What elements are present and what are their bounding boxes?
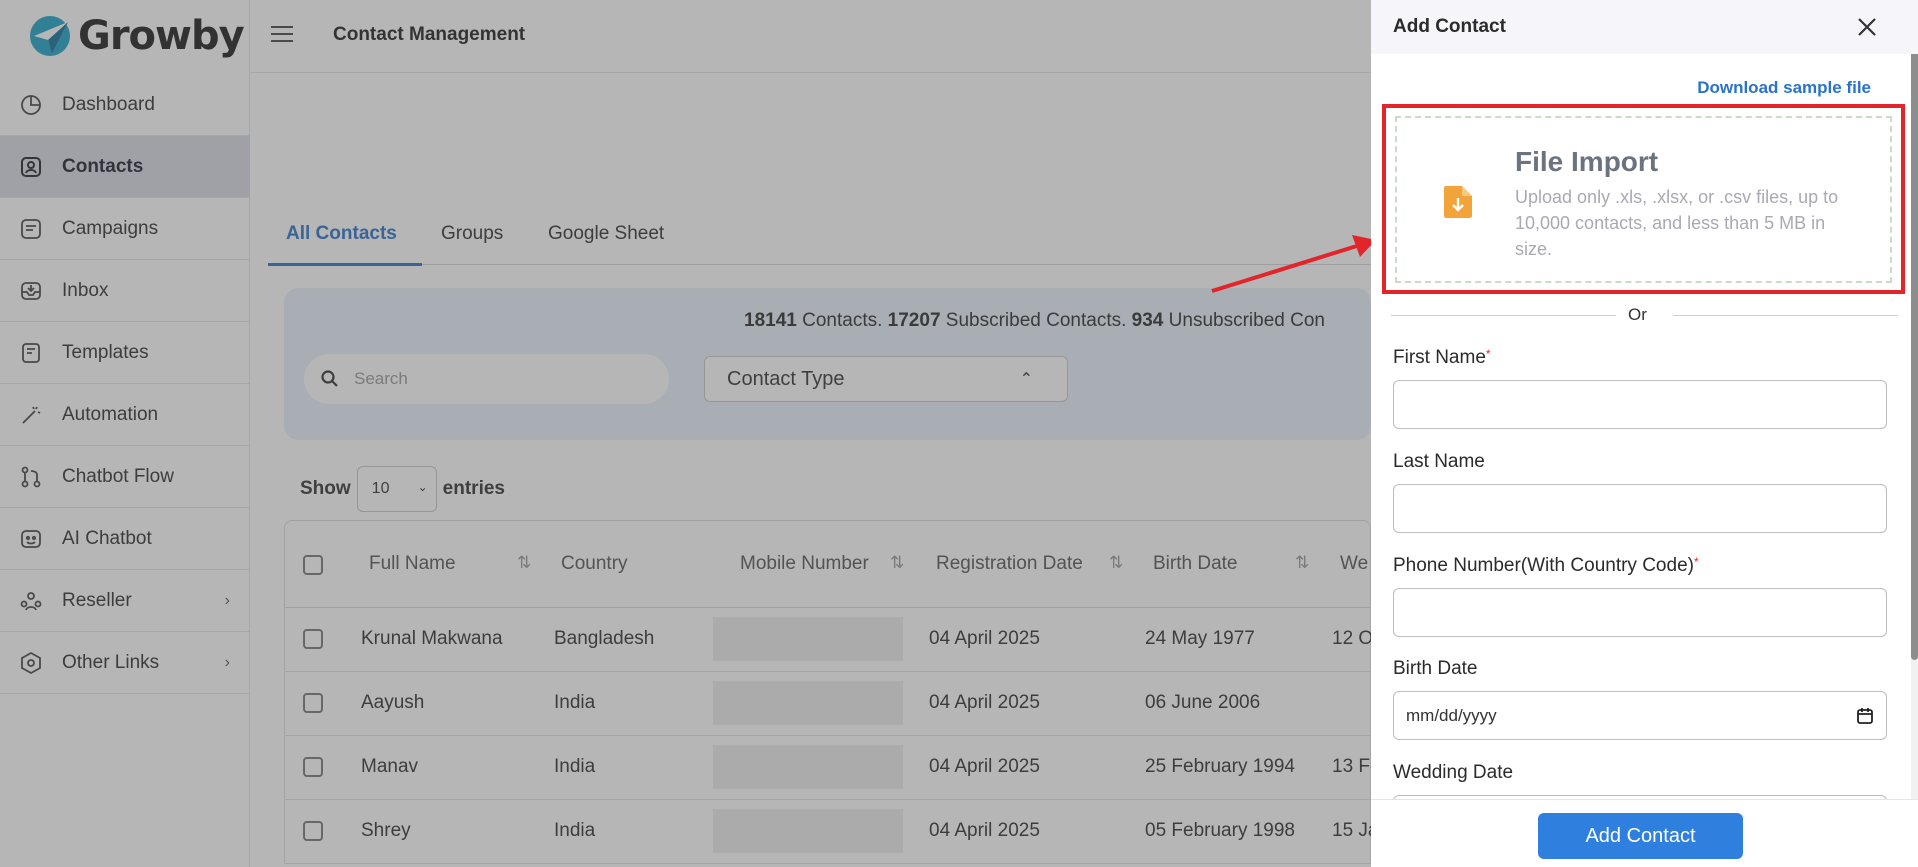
add-contact-button[interactable]: Add Contact bbox=[1538, 813, 1743, 859]
drawer-title: Add Contact bbox=[1393, 16, 1506, 37]
phone-field[interactable] bbox=[1393, 588, 1887, 637]
birth-date-label: Birth Date bbox=[1393, 658, 1478, 679]
divider-line bbox=[1673, 315, 1898, 316]
file-import-description: Upload only .xls, .xlsx, or .csv files, … bbox=[1515, 187, 1839, 259]
scrollbar-thumb[interactable] bbox=[1911, 0, 1918, 660]
first-name-label: First Name* bbox=[1393, 347, 1491, 369]
first-name-label-text: First Name bbox=[1393, 347, 1486, 368]
phone-label: Phone Number(With Country Code)* bbox=[1393, 555, 1699, 577]
required-asterisk: * bbox=[1693, 555, 1699, 569]
divider-line bbox=[1391, 315, 1616, 316]
drawer-header: Add Contact bbox=[1371, 0, 1918, 54]
download-sample-link[interactable]: Download sample file bbox=[1697, 78, 1871, 98]
close-icon[interactable] bbox=[1854, 14, 1880, 40]
birth-date-placeholder: mm/dd/yyyy bbox=[1406, 705, 1497, 725]
add-contact-drawer: Add Contact Download sample file File Im… bbox=[1371, 0, 1918, 867]
or-divider: Or bbox=[1391, 305, 1898, 325]
first-name-field[interactable] bbox=[1393, 380, 1887, 429]
last-name-label: Last Name bbox=[1393, 451, 1485, 472]
required-asterisk: * bbox=[1485, 347, 1491, 361]
birth-date-field[interactable]: mm/dd/yyyy bbox=[1393, 691, 1887, 740]
annotation-arrow bbox=[1211, 235, 1376, 293]
calendar-icon[interactable] bbox=[1856, 707, 1874, 725]
file-download-icon bbox=[1444, 186, 1472, 218]
wedding-date-label: Wedding Date bbox=[1393, 762, 1514, 783]
or-text: Or bbox=[1628, 305, 1647, 324]
last-name-field[interactable] bbox=[1393, 484, 1887, 533]
file-import-highlight: File Import Upload only .xls, .xlsx, or … bbox=[1382, 104, 1905, 294]
modal-backdrop[interactable] bbox=[0, 0, 1371, 867]
file-import-title: File Import bbox=[1515, 146, 1659, 177]
file-import-dropzone[interactable]: File Import Upload only .xls, .xlsx, or … bbox=[1395, 116, 1892, 283]
drawer-footer: Add Contact bbox=[1371, 799, 1918, 867]
phone-label-text: Phone Number(With Country Code) bbox=[1393, 555, 1694, 576]
